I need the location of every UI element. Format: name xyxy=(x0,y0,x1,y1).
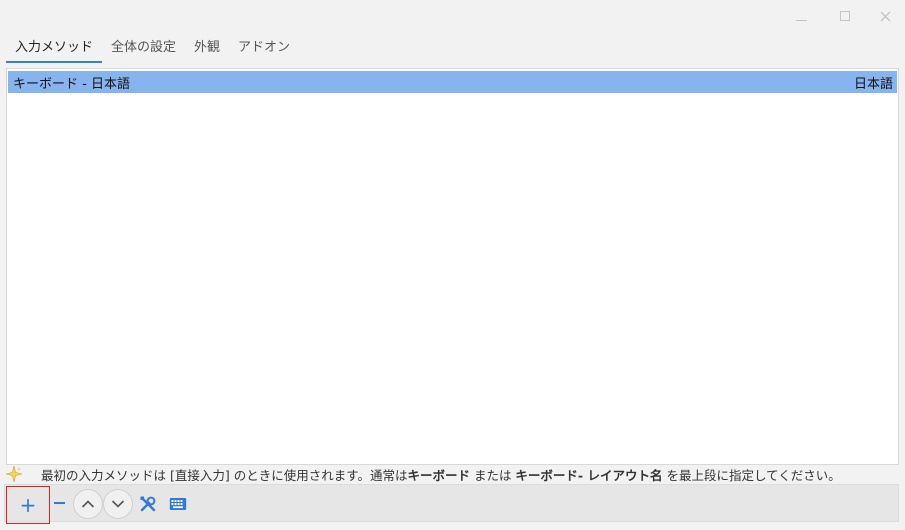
sparkle-icon xyxy=(6,466,22,482)
hint-bold-keyboard: キーボード xyxy=(407,467,470,483)
tab-addons[interactable]: アドオン xyxy=(229,36,299,63)
remove-icon xyxy=(53,502,65,504)
maximize-icon xyxy=(840,11,850,21)
move-down-icon xyxy=(111,500,125,508)
configure-icon xyxy=(140,496,156,512)
hint-text-3: を最上段に指定してください。 xyxy=(662,467,841,483)
input-method-name: キーボード - 日本語 xyxy=(13,76,130,92)
tab-appearance[interactable]: 外観 xyxy=(185,36,229,63)
close-icon xyxy=(880,11,890,21)
list-toolbar: + xyxy=(4,484,899,524)
configure-button[interactable] xyxy=(137,493,159,515)
add-button[interactable]: + xyxy=(6,486,50,524)
hint-bold-keyboard-layout: キーボード- レイアウト名 xyxy=(515,467,663,483)
input-method-list[interactable]: キーボード - 日本語 日本語 xyxy=(6,68,899,465)
remove-button[interactable] xyxy=(51,491,67,515)
hint-text-2: または xyxy=(469,467,516,483)
move-up-icon xyxy=(81,500,95,508)
hint-message: 最初の入力メソッドは [直接入力] のときに使用されます。通常は キーボード ま… xyxy=(6,465,901,483)
list-item[interactable]: キーボード - 日本語 日本語 xyxy=(8,71,897,93)
close-button[interactable] xyxy=(874,6,896,26)
maximize-button[interactable] xyxy=(834,6,856,26)
minimize-button[interactable] xyxy=(790,6,812,26)
tab-input-method[interactable]: 入力メソッド xyxy=(6,36,103,63)
tab-global-config[interactable]: 全体の設定 xyxy=(102,36,185,63)
keyboard-layout-icon xyxy=(169,498,187,510)
input-method-language: 日本語 xyxy=(853,76,893,92)
hint-text-1: 最初の入力メソッドは [直接入力] のときに使用されます。通常は xyxy=(41,467,408,483)
keyboard-layout-button[interactable] xyxy=(167,493,189,515)
minimize-icon xyxy=(795,19,807,21)
fcitx-config-window: 入力メソッド 全体の設定 外観 アドオン キーボード - 日本語 日本語 最初の… xyxy=(0,0,905,530)
move-up-button[interactable] xyxy=(73,489,103,519)
tab-bar: 入力メソッド 全体の設定 外観 アドオン xyxy=(6,36,299,63)
move-down-button[interactable] xyxy=(103,489,133,519)
add-icon: + xyxy=(19,493,37,517)
